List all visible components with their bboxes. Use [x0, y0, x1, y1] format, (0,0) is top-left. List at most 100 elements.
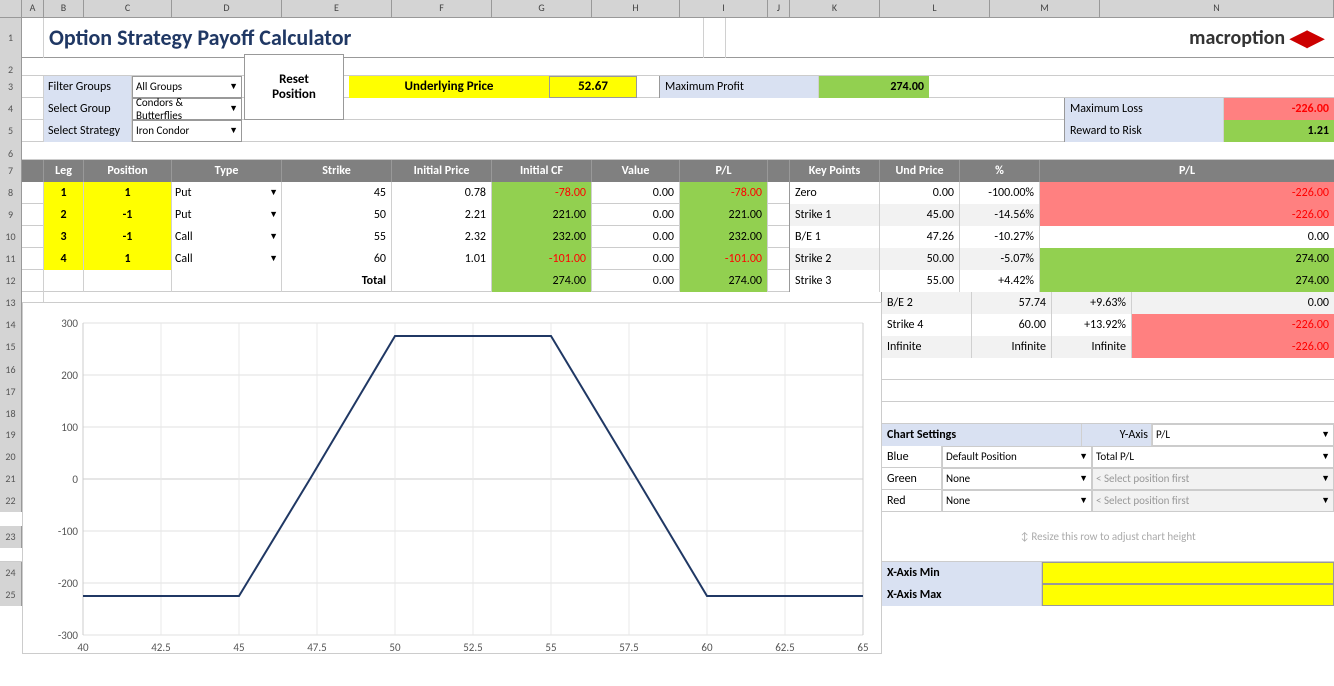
- green-right-dropdown[interactable]: < Select position first ▼: [1092, 468, 1334, 490]
- leg1-initial-price[interactable]: 0.78: [392, 182, 492, 204]
- filter-groups-dropdown[interactable]: All Groups ▼: [132, 76, 242, 98]
- y-axis-arrow: ▼: [1321, 429, 1330, 440]
- blue-right-dropdown[interactable]: Total P/L ▼: [1092, 446, 1334, 468]
- col-header-f: F: [392, 0, 492, 17]
- blue-right-value: Total P/L: [1096, 450, 1134, 463]
- header-initial-price: Initial Price: [392, 160, 492, 182]
- green-right-arrow: ▼: [1321, 473, 1330, 484]
- kp-s3-pct: +4.42%: [960, 270, 1040, 292]
- row-1: 1 Option Strategy Payoff Calculator macr…: [0, 18, 1334, 58]
- red-arrow: ▼: [1079, 495, 1088, 506]
- svg-text:57.5: 57.5: [619, 641, 639, 654]
- leg3-type[interactable]: Call ▼: [172, 226, 282, 248]
- col-header-g: G: [492, 0, 592, 17]
- blue-dropdown[interactable]: Default Position ▼: [942, 446, 1092, 468]
- leg2-strike[interactable]: 50: [282, 204, 392, 226]
- select-group-arrow: ▼: [229, 103, 238, 114]
- leg1-strike[interactable]: 45: [282, 182, 392, 204]
- x-axis-min-value[interactable]: [1042, 562, 1334, 584]
- r11-j: [768, 248, 790, 270]
- red-right-dropdown[interactable]: < Select position first ▼: [1092, 490, 1334, 512]
- leg4-leg: 4: [44, 248, 84, 270]
- header-position: Position: [84, 160, 172, 182]
- svg-text:62.5: 62.5: [775, 641, 795, 654]
- row-num-4: 4: [0, 98, 22, 120]
- svg-text:-300: -300: [58, 629, 79, 642]
- row4-a: [22, 98, 44, 120]
- kp-be1-pct: -10.27%: [960, 226, 1040, 248]
- leg4-strike[interactable]: 60: [282, 248, 392, 270]
- leg1-type-arrow: ▼: [269, 187, 278, 198]
- header-type: Type: [172, 160, 282, 182]
- kp-s4-pct: +13.92%: [1052, 314, 1132, 336]
- leg4-initial-price[interactable]: 1.01: [392, 248, 492, 270]
- header-initial-cf: Initial CF: [492, 160, 592, 182]
- leg1-position[interactable]: 1: [84, 182, 172, 204]
- filter-groups-label: Filter Groups: [44, 76, 132, 98]
- row-num-10: 10: [0, 226, 22, 248]
- svg-text:42.5: 42.5: [151, 641, 171, 654]
- logo-icon: ◀▶: [1290, 24, 1324, 51]
- leg2-type-val: Put: [175, 208, 192, 222]
- row1-a: [22, 18, 44, 58]
- kp-s1-label: Strike 1: [790, 204, 880, 226]
- leg4-position[interactable]: 1: [84, 248, 172, 270]
- leg3-initial-price[interactable]: 2.32: [392, 226, 492, 248]
- leg3-strike[interactable]: 55: [282, 226, 392, 248]
- row-7-headers: 7 Leg Position Type Strike Initial Price…: [0, 160, 1334, 182]
- col-header-j: J: [768, 0, 790, 17]
- leg3-position[interactable]: -1: [84, 226, 172, 248]
- kp-be1-pl: 0.00: [1040, 226, 1334, 248]
- r11-a: [22, 248, 44, 270]
- r9-a: [22, 204, 44, 226]
- leg2-position[interactable]: -1: [84, 204, 172, 226]
- kp-s3-und: 55.00: [880, 270, 960, 292]
- r8-a: [22, 182, 44, 204]
- row3-a: [22, 76, 44, 98]
- leg4-value: 0.00: [592, 248, 680, 270]
- green-value: None: [946, 472, 970, 485]
- leg2-pl: 221.00: [680, 204, 768, 226]
- x-axis-min-label: X-Axis Min: [882, 562, 1042, 584]
- row-num-1: 1: [0, 18, 22, 58]
- select-group-label: Select Group: [44, 98, 132, 120]
- total-label: Total: [282, 270, 392, 292]
- select-strategy-dropdown[interactable]: Iron Condor ▼: [132, 120, 242, 142]
- r8-j: [768, 182, 790, 204]
- kp-zero-pl: -226.00: [1040, 182, 1334, 204]
- total-pl: 274.00: [680, 270, 768, 292]
- leg1-type[interactable]: Put ▼: [172, 182, 282, 204]
- filter-groups-arrow: ▼: [229, 81, 238, 92]
- leg2-type[interactable]: Put ▼: [172, 204, 282, 226]
- svg-text:45: 45: [233, 641, 244, 654]
- row-num-21: 21: [0, 468, 22, 490]
- reset-position-button[interactable]: ResetPosition: [244, 54, 344, 120]
- svg-text:50: 50: [389, 641, 401, 654]
- leg2-initial-price[interactable]: 2.21: [392, 204, 492, 226]
- reward-risk-label: Reward to Risk: [1064, 120, 1224, 142]
- row-num-17: 17: [0, 380, 22, 402]
- col-header-row-num: [0, 0, 22, 17]
- select-group-dropdown[interactable]: Condors & Butterflies ▼: [132, 98, 242, 120]
- row-num-20: 20: [0, 446, 22, 468]
- svg-text:-100: -100: [58, 525, 79, 538]
- kp-s1-pct: -14.56%: [960, 204, 1040, 226]
- header-und-price: Und Price: [880, 160, 960, 182]
- r12-b: [44, 270, 84, 292]
- leg4-type[interactable]: Call ▼: [172, 248, 282, 270]
- underlying-price-value[interactable]: 52.67: [549, 76, 637, 98]
- row-11: 11 4 1 Call ▼ 60 1.01 -101.00 0.00 -101.…: [0, 248, 1334, 270]
- green-dropdown[interactable]: None ▼: [942, 468, 1092, 490]
- red-dropdown[interactable]: None ▼: [942, 490, 1092, 512]
- header-leg: Leg: [44, 160, 84, 182]
- max-loss-value: -226.00: [1224, 98, 1334, 120]
- y-axis-dropdown[interactable]: P/L ▼: [1152, 424, 1334, 446]
- kp-s2-pct: -5.07%: [960, 248, 1040, 270]
- row5-a: [22, 120, 44, 142]
- col-header-a: A: [22, 0, 44, 17]
- kp-s4-und: 60.00: [972, 314, 1052, 336]
- x-axis-max-value[interactable]: [1042, 584, 1334, 606]
- leg4-type-arrow: ▼: [269, 253, 278, 264]
- leg3-type-val: Call: [175, 230, 193, 244]
- row-num-5: 5: [0, 120, 22, 142]
